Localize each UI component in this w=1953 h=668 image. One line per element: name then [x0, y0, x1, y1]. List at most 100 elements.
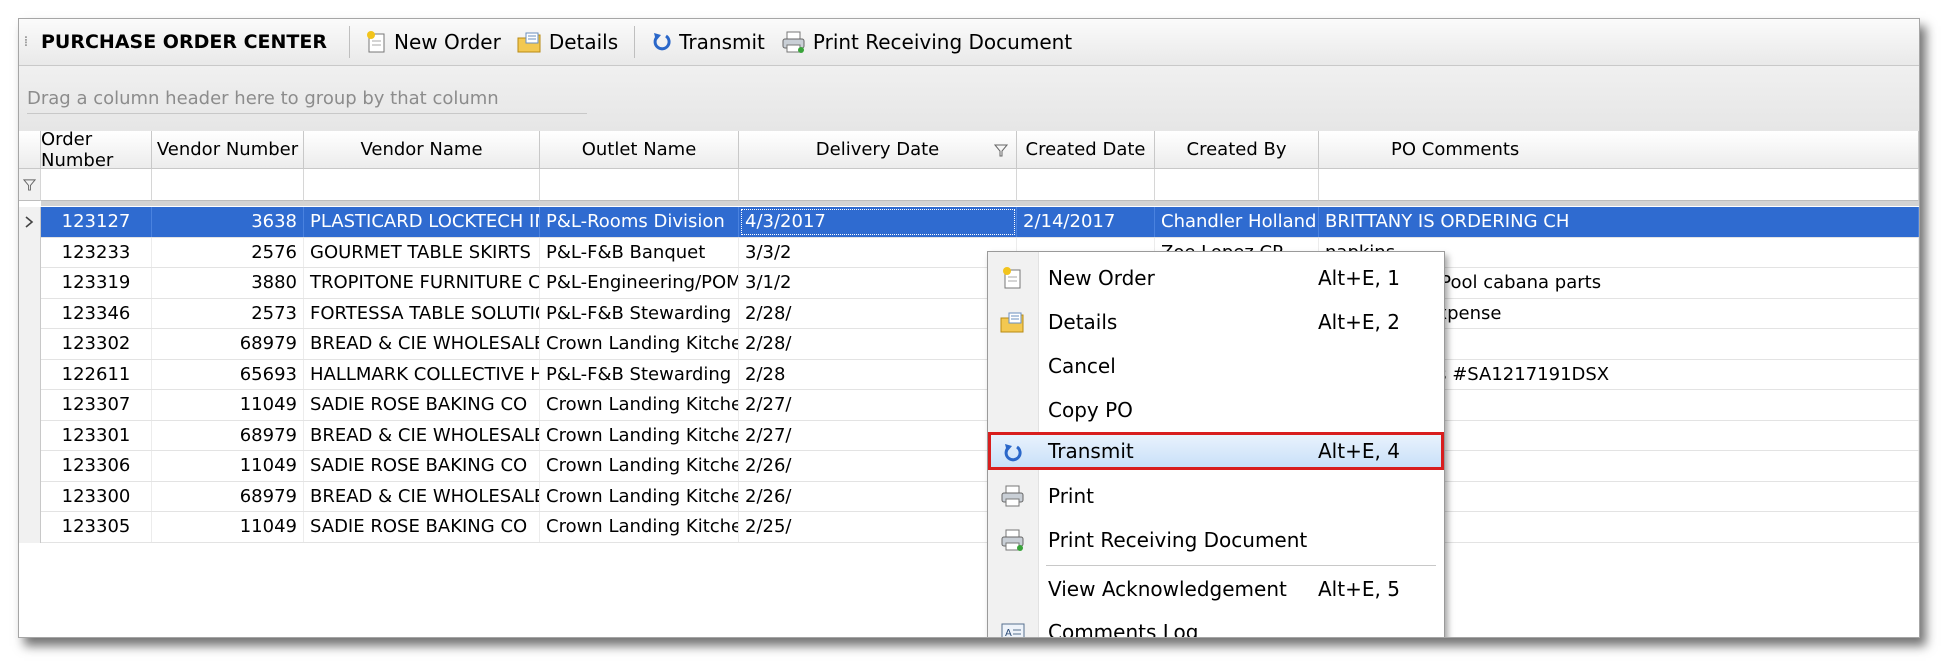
- cell-delivery-date[interactable]: 3/1/2: [739, 268, 1017, 298]
- cell-order-number[interactable]: 123301: [41, 420, 152, 450]
- menu-item-comments-log[interactable]: A Comments Log: [988, 611, 1444, 637]
- cell-delivery-date[interactable]: 2/27/: [739, 420, 1017, 450]
- row-indicator[interactable]: [19, 512, 41, 543]
- cell-outlet-name[interactable]: P&L-Engineering/POMEC: [540, 268, 739, 298]
- cell-delivery-date[interactable]: 2/26/: [739, 481, 1017, 511]
- cell-vendor-number[interactable]: 11049: [152, 512, 304, 542]
- row-indicator[interactable]: [19, 207, 41, 238]
- table-row[interactable]: 123306 11049 SADIE ROSE BAKING CO Crown Lan…: [41, 451, 1919, 482]
- row-indicator[interactable]: [19, 329, 41, 360]
- cell-vendor-name[interactable]: TROPITONE FURNITURE CO…: [304, 268, 540, 298]
- cell-order-number[interactable]: 123305: [41, 512, 152, 542]
- cell-order-number[interactable]: 123127: [41, 207, 152, 237]
- cell-delivery-date[interactable]: 2/28/: [739, 298, 1017, 328]
- menu-item-details[interactable]: Details Alt+E, 2: [988, 301, 1444, 343]
- cell-vendor-number[interactable]: 3880: [152, 268, 304, 298]
- new-order-button[interactable]: New Order: [358, 30, 509, 54]
- print-receiving-document-button[interactable]: Print Receiving Document: [773, 30, 1080, 54]
- cell-po-comments[interactable]: BRITTANY IS ORDERING CH: [1319, 207, 1919, 237]
- row-indicator[interactable]: [19, 420, 41, 451]
- column-header-po-comments[interactable]: PO Comments: [1319, 131, 1919, 169]
- cell-vendor-name[interactable]: FORTESSA TABLE SOLUTION…: [304, 298, 540, 328]
- cell-vendor-number[interactable]: 11049: [152, 390, 304, 420]
- cell-vendor-number[interactable]: 3638: [152, 207, 304, 237]
- filter-cell-order-number[interactable]: [41, 169, 152, 201]
- table-row[interactable]: 123305 11049 SADIE ROSE BAKING CO Crown Lan…: [41, 512, 1919, 543]
- column-header-order-number[interactable]: Order Number: [41, 129, 152, 171]
- cell-vendor-name[interactable]: BREAD & CIE WHOLESALE LLC: [304, 329, 540, 359]
- column-header-outlet-name[interactable]: Outlet Name: [540, 131, 739, 169]
- cell-outlet-name[interactable]: P&L-F&B Stewarding: [540, 359, 739, 389]
- cell-vendor-name[interactable]: PLASTICARD LOCKTECH INTE…: [304, 207, 540, 237]
- table-row[interactable]: 12330268979BREAD & CIE WHOLESALE LLCCrow…: [41, 329, 1919, 360]
- cell-delivery-date[interactable]: 2/28/: [739, 329, 1017, 359]
- menu-item-print-receiving-document[interactable]: Print Receiving Document: [988, 519, 1444, 561]
- toolbar-grip-icon[interactable]: ⁞: [19, 19, 33, 65]
- row-indicator[interactable]: [19, 237, 41, 268]
- menu-item-view-acknowledgement[interactable]: View Acknowledgement Alt+E, 5: [988, 568, 1444, 610]
- cell-outlet-name[interactable]: Crown Landing Kitchen: [540, 481, 739, 511]
- cell-vendor-name[interactable]: SADIE ROSE BAKING CO: [304, 512, 540, 542]
- table-row[interactable]: 1233193880TROPITONE FURNITURE CO…P&L-Eng…: [41, 268, 1919, 299]
- cell-vendor-name[interactable]: BREAD & CIE WHOLESALE LLC: [304, 420, 540, 450]
- cell-order-number[interactable]: 123302: [41, 329, 152, 359]
- cell-vendor-number[interactable]: 65693: [152, 359, 304, 389]
- table-row[interactable]: 123307 11049 SADIE ROSE BAKING CO Crown Lan…: [41, 390, 1919, 421]
- cell-outlet-name[interactable]: Crown Landing Kitchen: [540, 420, 739, 450]
- column-header-delivery-date[interactable]: Delivery Date: [739, 131, 1017, 169]
- filter-funnel-icon[interactable]: [994, 143, 1008, 157]
- row-indicator[interactable]: [19, 451, 41, 482]
- column-header-created-date[interactable]: Created Date: [1017, 131, 1155, 169]
- filter-cell-vendor-name[interactable]: [304, 169, 540, 201]
- cell-outlet-name[interactable]: Crown Landing Kitchen: [540, 390, 739, 420]
- cell-delivery-date[interactable]: 4/3/2017: [739, 207, 1017, 237]
- cell-outlet-name[interactable]: Crown Landing Kitchen: [540, 512, 739, 542]
- column-header-created-by[interactable]: Created By: [1155, 131, 1319, 169]
- cell-delivery-date[interactable]: 2/27/: [739, 390, 1017, 420]
- cell-order-number[interactable]: 123300: [41, 481, 152, 511]
- row-indicator[interactable]: [19, 481, 41, 512]
- cell-outlet-name[interactable]: P&L-Rooms Division: [540, 207, 739, 237]
- cell-vendor-name[interactable]: GOURMET TABLE SKIRTS: [304, 237, 540, 267]
- filter-cell-created-by[interactable]: [1155, 169, 1319, 201]
- table-row[interactable]: 12330168979BREAD & CIE WHOLESALE LLCCrow…: [41, 420, 1919, 451]
- cell-outlet-name[interactable]: Crown Landing Kitchen: [540, 451, 739, 481]
- filter-cell-created-date[interactable]: [1017, 169, 1155, 201]
- cell-order-number[interactable]: 123307: [41, 390, 152, 420]
- cell-vendor-name[interactable]: BREAD & CIE WHOLESALE LLC: [304, 481, 540, 511]
- cell-vendor-name[interactable]: SADIE ROSE BAKING CO: [304, 390, 540, 420]
- cell-outlet-name[interactable]: P&L-F&B Banquet: [540, 237, 739, 267]
- table-row[interactable]: 1231273638PLASTICARD LOCKTECH INTE…P&L-R…: [41, 207, 1919, 238]
- column-header-vendor-name[interactable]: Vendor Name: [304, 131, 540, 169]
- cell-vendor-name[interactable]: SADIE ROSE BAKING CO: [304, 451, 540, 481]
- cell-outlet-name[interactable]: Crown Landing Kitchen: [540, 329, 739, 359]
- table-row[interactable]: 1233462573FORTESSA TABLE SOLUTION…P&L-F&…: [41, 298, 1919, 329]
- cell-vendor-name[interactable]: HALLMARK COLLECTIVE HAL…: [304, 359, 540, 389]
- menu-item-new-order[interactable]: New Order Alt+E, 1: [988, 257, 1444, 299]
- column-header-vendor-number[interactable]: Vendor Number: [152, 131, 304, 169]
- cell-delivery-date[interactable]: 2/26/: [739, 451, 1017, 481]
- menu-item-cancel[interactable]: Cancel: [988, 345, 1444, 387]
- row-indicator[interactable]: [19, 298, 41, 329]
- cell-order-number[interactable]: 123306: [41, 451, 152, 481]
- cell-created-by[interactable]: Chandler Holland CP: [1155, 207, 1319, 237]
- table-row[interactable]: 12261165693HALLMARK COLLECTIVE HAL…P&L-F…: [41, 359, 1919, 390]
- menu-item-copy-po[interactable]: Copy PO: [988, 389, 1444, 431]
- cell-order-number[interactable]: 123319: [41, 268, 152, 298]
- cell-outlet-name[interactable]: P&L-F&B Stewarding: [540, 298, 739, 328]
- cell-vendor-number[interactable]: 2576: [152, 237, 304, 267]
- cell-vendor-number[interactable]: 11049: [152, 451, 304, 481]
- filter-cell-delivery-date[interactable]: [739, 169, 1017, 201]
- table-row[interactable]: 12330068979BREAD & CIE WHOLESALE LLCCrow…: [41, 481, 1919, 512]
- details-button[interactable]: Details: [509, 30, 626, 54]
- cell-delivery-date[interactable]: 3/3/2: [739, 237, 1017, 267]
- cell-created-date[interactable]: 2/14/2017: [1017, 207, 1155, 237]
- filter-cell-outlet-name[interactable]: [540, 169, 739, 201]
- row-indicator[interactable]: [19, 268, 41, 299]
- cell-order-number[interactable]: 123233: [41, 237, 152, 267]
- row-indicator[interactable]: [19, 390, 41, 421]
- cell-vendor-number[interactable]: 2573: [152, 298, 304, 328]
- cell-vendor-number[interactable]: 68979: [152, 420, 304, 450]
- filter-cell-po-comments[interactable]: [1319, 169, 1919, 201]
- row-indicator[interactable]: [19, 359, 41, 390]
